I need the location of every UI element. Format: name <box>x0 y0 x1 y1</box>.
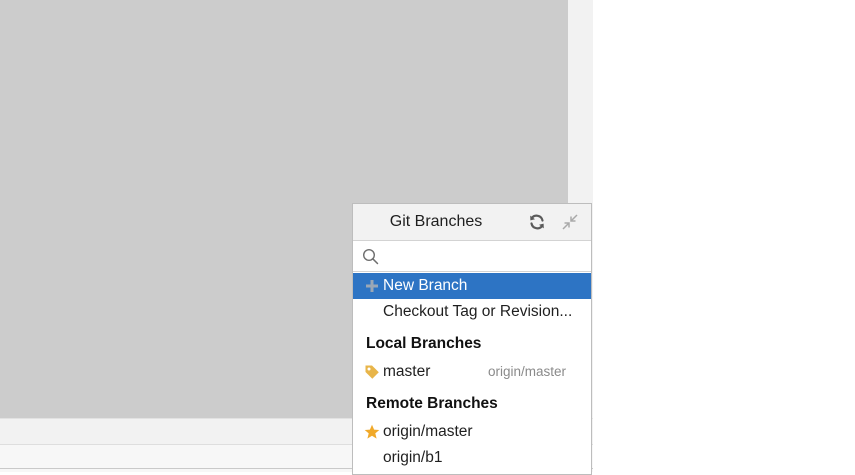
branch-name: master <box>383 363 431 380</box>
star-icon <box>364 424 380 440</box>
git-branches-popup: Git Branches New Branch Checkout Tag or … <box>352 203 592 475</box>
search-row <box>353 241 591 272</box>
remote-branch-item[interactable]: origin/master <box>353 419 591 445</box>
checkout-tag-item[interactable]: Checkout Tag or Revision... <box>353 299 591 325</box>
tag-icon <box>364 364 380 380</box>
popup-header: Git Branches <box>353 204 591 241</box>
checkout-tag-label: Checkout Tag or Revision... <box>383 303 573 320</box>
branch-name: origin/master <box>383 423 473 440</box>
remote-branch-item[interactable]: origin/b1 <box>353 445 591 471</box>
remote-branches-header: Remote Branches <box>366 395 498 412</box>
popup-title: Git Branches <box>389 213 483 230</box>
search-icon <box>362 248 379 265</box>
refresh-icon[interactable] <box>528 213 546 231</box>
new-branch-label: New Branch <box>383 277 468 294</box>
plus-icon <box>364 278 380 294</box>
local-branch-item[interactable]: master origin/master <box>353 359 591 385</box>
new-branch-item[interactable]: New Branch <box>353 273 591 299</box>
branch-name: origin/b1 <box>383 449 443 466</box>
local-branches-header: Local Branches <box>366 335 482 352</box>
collapse-icon[interactable] <box>561 213 579 231</box>
search-input[interactable] <box>383 245 587 269</box>
tracking-branch: origin/master <box>487 364 566 379</box>
